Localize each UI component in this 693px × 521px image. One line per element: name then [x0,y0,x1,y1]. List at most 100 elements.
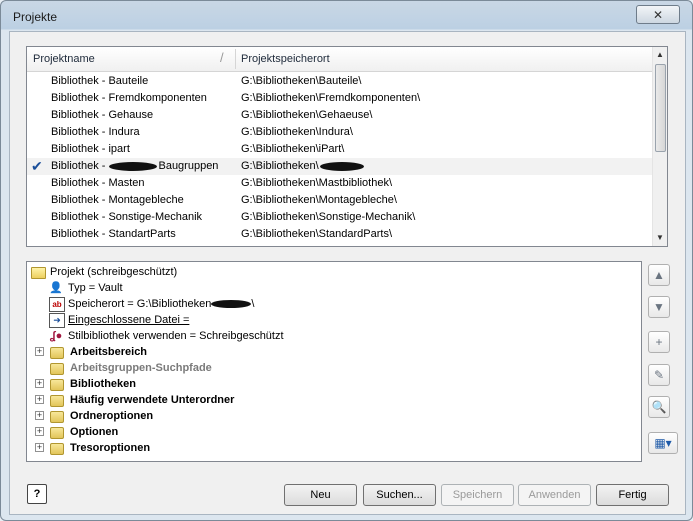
edit-button[interactable]: ✎ [648,364,670,386]
browse-button[interactable]: Suchen... [363,484,436,506]
project-name: Bibliothek - Indura [51,126,140,138]
open-folder-icon [31,267,46,279]
project-list[interactable]: Projektname / Projektspeicherort Bibliot… [26,46,668,247]
redacted-mark [109,161,158,171]
project-path: G:\Bibliotheken\Bauteile\ [241,75,362,87]
expand-icon[interactable]: + [35,411,44,420]
folder-icon [50,427,64,439]
title-bar: Projekte ✕ [1,1,692,31]
folder-icon [50,347,64,359]
project-row[interactable]: Bibliothek - ipart G:\Bibliotheken\iPart… [27,141,653,158]
scroll-thumb[interactable] [655,64,666,152]
close-icon: ✕ [652,7,664,22]
new-button[interactable]: Neu [284,484,357,506]
redacted-mark [319,161,364,171]
project-path: G:\Bibliotheken\Mastbibliothek\ [241,177,393,189]
help-button[interactable]: ? [27,484,47,504]
expand-icon[interactable]: + [35,443,44,452]
tree-root-label: Projekt (schreibgeschützt) [50,266,178,278]
project-name: Bibliothek - StandartParts [51,228,176,240]
import-file-icon: ➜ [49,313,65,328]
project-list-scrollbar[interactable]: ▲ ▼ [652,47,667,246]
project-path: G:\Bibliotheken\iPart\ [241,143,345,155]
project-name-prefix: Bibliothek - [51,160,109,172]
column-divider [235,49,236,69]
project-row[interactable]: Bibliothek - StandartParts G:\Bibliothek… [27,226,653,243]
options-dropdown-icon: ▦▾ [654,436,672,450]
project-row[interactable]: Bibliothek - Gehause G:\Bibliotheken\Geh… [27,107,653,124]
tree-item-label: Eingeschlossene Datei = [68,314,190,326]
project-name: Bibliothek - Montagebleche [51,194,184,206]
folder-icon [50,443,64,455]
project-name: Bibliothek - Fremdkomponenten [51,92,207,104]
move-down-button[interactable]: ▼ [648,296,670,318]
project-name: Bibliothek - Sonstige-Mechanik [51,211,203,223]
expand-icon[interactable]: + [35,379,44,388]
tree-group-label: Bibliotheken [70,378,137,390]
project-row[interactable]: Bibliothek - Fremdkomponenten G:\Bibliot… [27,90,653,107]
tree-group-label: Arbeitsgruppen-Suchpfade [70,362,212,374]
folder-icon [50,379,64,391]
project-path: G:\Bibliotheken\Montagebleche\ [241,194,397,206]
style-library-icon: ʆ● [49,329,63,342]
project-name-suffix: Baugruppen [158,160,219,172]
column-header-projektname[interactable]: Projektname [33,53,95,65]
tree-group-label: Optionen [70,426,119,438]
expand-icon[interactable]: + [35,395,44,404]
project-name: Bibliothek - Bauteile [51,75,149,87]
project-path: G:\Bibliotheken\Sonstige-Mechanik\ [241,211,416,223]
plus-icon: + [655,335,663,349]
scroll-down-arrow-icon[interactable]: ▼ [653,230,667,246]
save-button[interactable]: Speichern [441,484,514,506]
expand-icon[interactable]: + [35,347,44,356]
arrow-up-icon: ▲ [653,268,665,282]
project-path: G:\Bibliotheken\Fremdkomponenten\ [241,92,421,104]
tree-group-label: Häufig verwendete Unterordner [70,394,235,406]
scroll-up-arrow-icon[interactable]: ▲ [653,47,667,63]
text-field-icon: ab [49,297,65,312]
magnifier-icon: 🔍 [651,400,667,414]
project-name: Bibliothek - Masten [51,177,145,189]
vault-icon: 👤 [49,282,63,294]
redacted-mark [211,300,252,309]
active-project-check-icon: ✔ [31,158,43,174]
project-path: G:\Bibliotheken\ [241,160,364,172]
tree-item-label: Stilbibliothek verwenden = Schreibgeschü… [68,330,284,342]
project-row[interactable]: Bibliothek - Masten G:\Bibliotheken\Mast… [27,175,653,192]
tree-group-label: Arbeitsbereich [70,346,148,358]
tree-group-label: Ordneroptionen [70,410,154,422]
done-button[interactable]: Fertig [596,484,669,506]
project-row[interactable]: Bibliothek - Indura G:\Bibliotheken\Indu… [27,124,653,141]
dialog-title: Projekte [13,10,58,24]
project-name: Bibliothek - Baugruppen [51,160,218,172]
column-resize-handle[interactable]: / [220,50,224,65]
project-name: Bibliothek - ipart [51,143,130,155]
project-row[interactable]: Bibliothek - Sonstige-Mechanik G:\Biblio… [27,209,653,226]
project-row-active[interactable]: ✔ Bibliothek - Baugruppen G:\Bibliotheke… [27,158,653,175]
dialog-client-area: Projektname / Projektspeicherort Bibliot… [9,31,686,515]
tree-group-label: Tresoroptionen [70,442,151,454]
project-path: G:\Bibliotheken\StandardParts\ [241,228,393,240]
apply-button[interactable]: Anwenden [518,484,591,506]
project-path: G:\Bibliotheken\Indura\ [241,126,353,138]
options-menu-button[interactable]: ▦▾ [648,432,678,454]
column-header-projektspeicherort[interactable]: Projektspeicherort [241,53,330,65]
projects-dialog: Projekte ✕ Projektname / Projektspeicher… [0,0,693,521]
tree-item-label: Typ = Vault [68,282,123,294]
find-button[interactable]: 🔍 [648,396,670,418]
project-settings-tree[interactable]: Projekt (schreibgeschützt) 👤 Typ = Vault… [26,261,642,462]
tree-item-label: Speicherort = G:\Bibliotheken \ [68,298,254,310]
project-path: G:\Bibliotheken\Gehaeuse\ [241,109,373,121]
move-up-button[interactable]: ▲ [648,264,670,286]
location-suffix: \ [251,298,255,310]
folder-icon [50,411,64,423]
project-name: Bibliothek - Gehause [51,109,154,121]
arrow-down-icon: ▼ [653,300,665,314]
project-path-text: G:\Bibliotheken\ [241,160,319,172]
project-row[interactable]: Bibliothek - Bauteile G:\Bibliotheken\Ba… [27,73,653,90]
add-path-button[interactable]: + [648,331,670,353]
close-button[interactable]: ✕ [636,5,680,24]
expand-icon[interactable]: + [35,427,44,436]
folder-icon [50,363,64,375]
project-row[interactable]: Bibliothek - Montagebleche G:\Bibliothek… [27,192,653,209]
